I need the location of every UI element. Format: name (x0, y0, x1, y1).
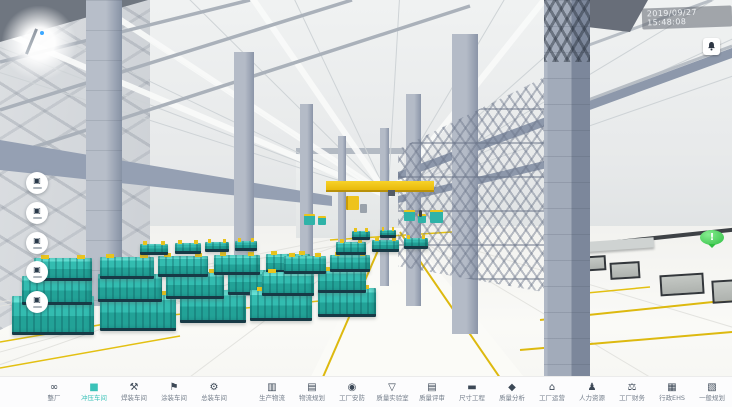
tab-factory-security[interactable]: ◉工厂安防 (332, 382, 372, 402)
machine (304, 214, 315, 225)
stamping-die-block (284, 256, 326, 274)
camera-icon: ◉ (348, 382, 357, 394)
forklift (346, 196, 359, 210)
tab-label: 整厂 (48, 394, 61, 401)
stamping-die-block (158, 256, 208, 277)
stamping-die-block (352, 231, 370, 240)
status-marker[interactable]: ! (700, 230, 724, 245)
tab-label: 行政EHS (659, 394, 685, 401)
press-machine-icon: ▣ (33, 177, 41, 185)
stamping-die-block (235, 241, 257, 251)
machine (404, 210, 415, 221)
tab-plant-overview[interactable]: ∞整厂 (34, 382, 74, 402)
station-hotspot-button[interactable]: ▣ (26, 172, 48, 194)
tab-label: 尺寸工程 (459, 394, 485, 401)
office-window (659, 273, 704, 297)
office-window (711, 279, 732, 303)
stamping-press-icon: ■ (89, 382, 98, 394)
crane-trolley (388, 190, 395, 196)
press-machine-icon: ▣ (33, 237, 41, 245)
station-hotspot-button[interactable]: ▣ (26, 202, 48, 224)
tab-label: 一般规划 (699, 394, 725, 401)
tab-label: 冲压车间 (81, 394, 107, 401)
stamping-die-block (372, 240, 399, 252)
stamping-die-block (205, 242, 229, 252)
light-tip (40, 31, 44, 35)
tab-stamping-workshop[interactable]: ■冲压车间 (74, 382, 114, 402)
tab-admin-ehs[interactable]: ▦行政EHS (652, 382, 692, 402)
machine (318, 216, 326, 225)
stamping-die-block (100, 257, 154, 279)
bell-icon (705, 40, 718, 53)
grid-icon: ▦ (667, 382, 676, 394)
tab-production-logistics[interactable]: ▥生产物流 (252, 382, 292, 402)
stamping-die-block (175, 243, 201, 254)
factory-icon: ⌂ (549, 382, 555, 394)
tab-quality-lab[interactable]: ▽质量实验室 (372, 382, 412, 402)
tab-label: 工厂安防 (339, 394, 365, 401)
tab-label: 质量实验室 (376, 394, 408, 401)
office-window (610, 261, 641, 280)
factory-3d-viewport[interactable]: ! 2019/09/27 15:48:08 ▣ ▣ ▣ ▣ ▣ (0, 0, 732, 407)
stamping-die-block (214, 255, 260, 275)
tab-logistics-planning[interactable]: ▤物流规划 (292, 382, 332, 402)
tab-factory-finance[interactable]: ⚖工厂财务 (612, 382, 652, 402)
bottom-toolbar: ∞整厂■冲压车间⚒焊装车间⚑涂装车间⚙总装车间▥生产物流▤物流规划◉工厂安防▽质… (0, 376, 732, 407)
general-doc-icon: ▧ (707, 382, 716, 394)
press-machine-icon: ▣ (33, 207, 41, 215)
tab-label: 工厂运营 (539, 394, 565, 401)
review-doc-icon: ▤ (427, 382, 436, 394)
stamping-die-block (380, 230, 396, 238)
tab-label: 总装车间 (201, 394, 227, 401)
planning-doc-icon: ▤ (307, 382, 316, 394)
tab-painting-workshop[interactable]: ⚑涂装车间 (154, 382, 194, 402)
press-machine-icon: ▣ (33, 296, 41, 304)
tab-label: 生产物流 (259, 394, 285, 401)
finance-scales-icon: ⚖ (628, 382, 637, 394)
tab-factory-operations[interactable]: ⌂工厂运营 (532, 382, 572, 402)
notification-button[interactable] (703, 38, 720, 55)
steel-column (380, 128, 389, 286)
ruler-icon: ▬ (467, 382, 476, 394)
tab-label: 涂装车间 (161, 394, 187, 401)
station-hotspot-button[interactable]: ▣ (26, 261, 48, 283)
small-equipment (360, 204, 367, 213)
tab-general-planning[interactable]: ▧一般规划 (692, 382, 732, 402)
tab-label: 物流规划 (299, 394, 325, 401)
overhead-crane-beam (326, 181, 434, 192)
tab-label: 工厂财务 (619, 394, 645, 401)
tab-welding-workshop[interactable]: ⚒焊装车间 (114, 382, 154, 402)
datetime-display: 2019/09/27 15:48:08 (642, 5, 732, 29)
plant-overview-icon: ∞ (50, 382, 58, 394)
stamping-die-block (336, 242, 366, 255)
tab-quality-analysis[interactable]: ◆质量分析 (492, 382, 532, 402)
tab-human-resources[interactable]: ♟人力资源 (572, 382, 612, 402)
paint-spray-icon: ⚑ (170, 382, 179, 394)
tab-label: 质量评审 (419, 394, 445, 401)
steel-column-foreground (544, 0, 590, 392)
tab-label: 人力资源 (579, 394, 605, 401)
station-hotspot-button[interactable]: ▣ (26, 291, 48, 313)
welding-icon: ⚒ (130, 382, 139, 394)
tab-assembly-workshop[interactable]: ⚙总装车间 (194, 382, 234, 402)
stamping-die-block (140, 244, 168, 255)
assembly-gear-icon: ⚙ (210, 382, 219, 394)
tab-label: 质量分析 (499, 394, 525, 401)
stamping-die-block (262, 272, 314, 296)
stamping-die-block (330, 255, 370, 272)
flask-icon: ▽ (388, 382, 396, 394)
truck-icon: ▥ (267, 382, 276, 394)
shield-icon: ◆ (508, 382, 516, 394)
machine (430, 210, 443, 223)
press-machine-icon: ▣ (33, 266, 41, 274)
worker-figure (419, 210, 422, 217)
stamping-die-block (404, 238, 428, 249)
person-icon: ♟ (588, 382, 597, 394)
tab-label: 焊装车间 (121, 394, 147, 401)
tab-dimension-engineering[interactable]: ▬尺寸工程 (452, 382, 492, 402)
station-hotspot-button[interactable]: ▣ (26, 232, 48, 254)
tab-quality-review[interactable]: ▤质量评审 (412, 382, 452, 402)
